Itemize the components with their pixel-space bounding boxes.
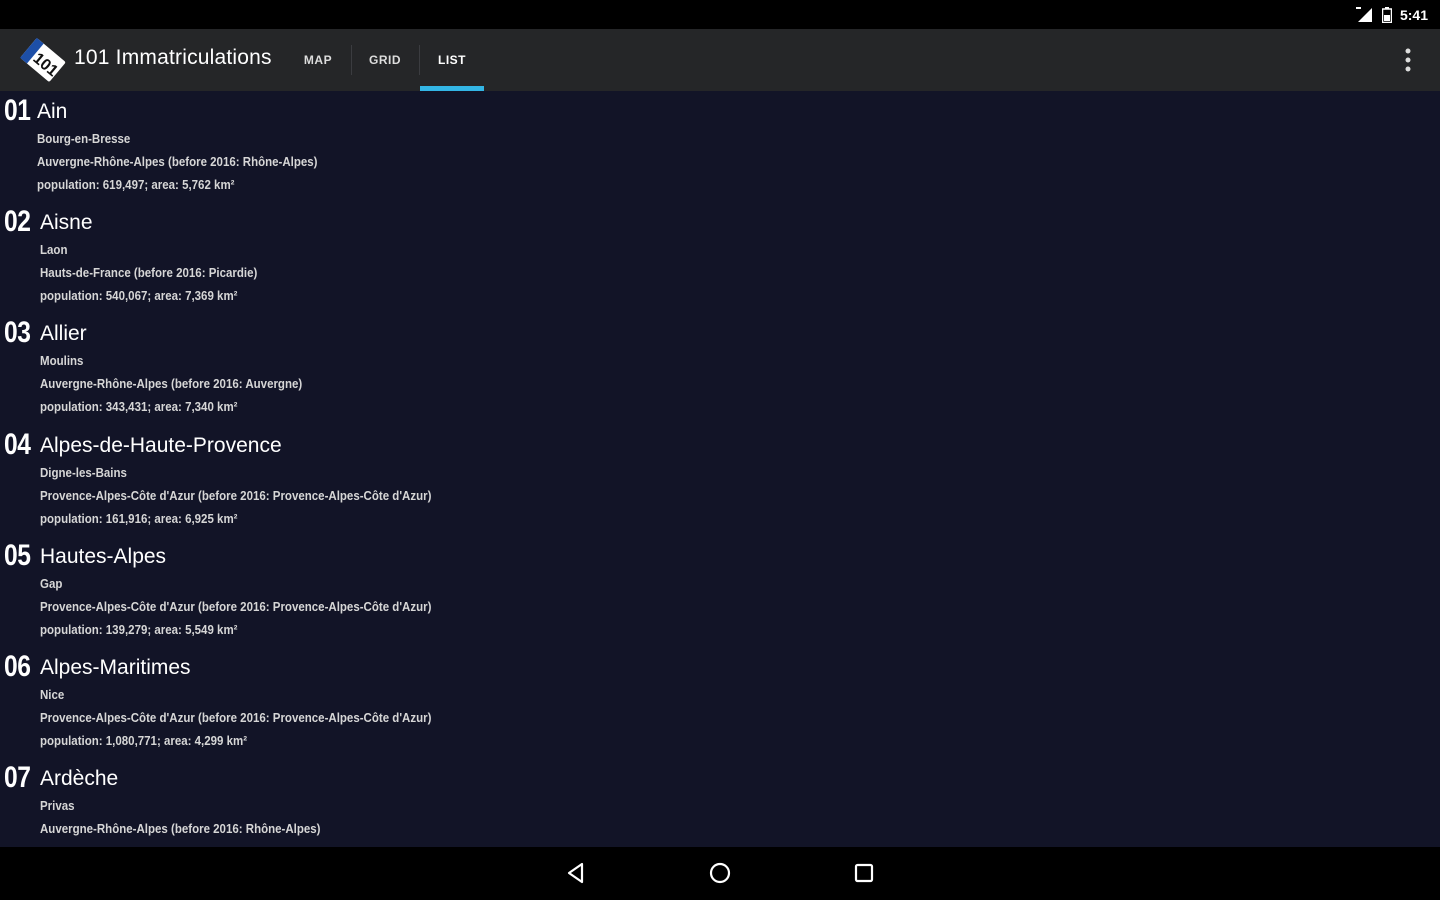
department-prefecture: Laon [40,243,68,257]
recents-icon[interactable] [851,860,877,886]
department-code: 07 [4,761,31,794]
tab-grid-label: GRID [369,53,401,67]
department-stats: population: 1,080,771; area: 4,299 km² [40,734,248,748]
tab-list-label: LIST [438,53,466,67]
department-stats: population: 540,067; area: 7,369 km² [40,289,238,303]
battery-icon [1381,6,1392,23]
department-name: Alpes-Maritimes [40,656,191,679]
department-region: Auvergne-Rhône-Alpes (before 2016: Rhône… [37,155,318,169]
department-region: Auvergne-Rhône-Alpes (before 2016: Auver… [40,377,303,391]
department-prefecture: Privas [40,799,75,813]
department-code: 06 [4,650,31,683]
tab-divider [351,45,352,75]
app-logo-icon: 101 [20,37,66,82]
action-bar: 101 101 Immatriculations MAP GRID LIST [0,29,1440,91]
department-code: 02 [4,205,31,238]
home-icon[interactable] [707,860,733,886]
department-code: 04 [4,428,31,461]
navigation-bar [0,847,1440,900]
department-name: Aisne [40,211,93,234]
department-name: Ardèche [40,767,119,790]
department-stats: population: 139,279; area: 5,549 km² [40,623,238,637]
status-bar: 5:41 [0,0,1440,29]
department-name: Allier [40,322,87,345]
department-name: Alpes-de-Haute-Provence [40,434,282,457]
department-prefecture: Gap [40,577,63,591]
overflow-menu-icon[interactable] [1404,47,1412,73]
tab-list[interactable]: LIST [420,29,484,91]
department-region: Provence-Alpes-Côte d'Azur (before 2016:… [40,711,432,725]
department-prefecture: Bourg-en-Bresse [37,132,131,146]
tab-grid[interactable]: GRID [353,29,417,91]
tab-map[interactable]: MAP [286,29,350,91]
department-region: Provence-Alpes-Côte d'Azur (before 2016:… [40,600,432,614]
department-name: Hautes-Alpes [40,545,167,568]
department-prefecture: Digne-les-Bains [40,466,127,480]
department-prefecture: Moulins [40,354,84,368]
department-code: 05 [4,539,31,572]
status-time: 5:41 [1399,6,1428,23]
department-region: Hauts-de-France (before 2016: Picardie) [40,266,258,280]
app-title: 101 Immatriculations [74,46,272,69]
department-list[interactable]: 01 Ain Bourg-en-Bresse Auvergne-Rhône-Al… [0,91,1440,847]
department-stats: population: 619,497; area: 5,762 km² [37,178,235,192]
department-code: 01 [4,94,31,127]
department-stats: population: 161,916; area: 6,925 km² [40,512,238,526]
department-region: Provence-Alpes-Côte d'Azur (before 2016:… [40,489,432,503]
department-name: Ain [37,100,68,123]
department-region: Auvergne-Rhône-Alpes (before 2016: Rhône… [40,822,321,836]
department-code: 03 [4,316,31,349]
department-prefecture: Nice [40,688,65,702]
tab-map-label: MAP [303,53,333,67]
signal-icon [1355,6,1372,22]
back-icon[interactable] [563,860,589,886]
department-stats: population: 343,431; area: 7,340 km² [40,400,238,414]
